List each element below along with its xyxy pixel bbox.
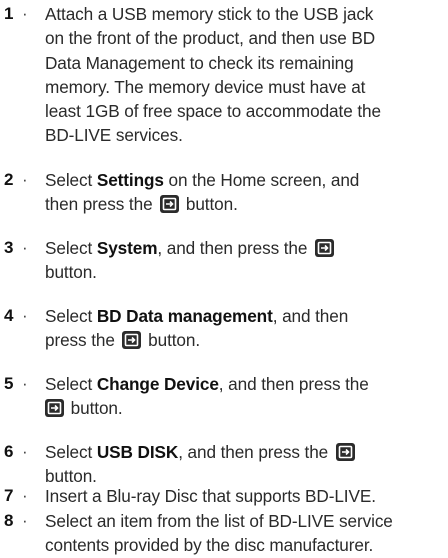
enter-icon xyxy=(315,239,335,257)
menu-item-system: System xyxy=(96,238,158,258)
step-line: memory. The memory device must have at xyxy=(45,76,366,97)
enter-icon xyxy=(160,195,180,214)
step-number: 2 xyxy=(4,170,14,189)
step-text: Select BD Data management, and then pres… xyxy=(45,306,349,351)
step-line: BD-LIVE services. xyxy=(45,125,183,146)
menu-item-change-device: Change Device xyxy=(96,374,219,394)
menu-item-bd-data-management: BD Data management xyxy=(96,306,273,326)
step-text: Attach a USB memory stick to the USB jac… xyxy=(45,2,445,148)
step-number: 8 xyxy=(4,511,14,530)
step-separator: · xyxy=(22,170,28,189)
step-text: Insert a Blu-ray Disc that supports BD-L… xyxy=(45,486,376,506)
step-number: 3 xyxy=(4,238,14,257)
step-separator: · xyxy=(22,511,28,530)
step-separator: · xyxy=(22,306,28,325)
instruction-steps: 1 · Attach a USB memory stick to the USB… xyxy=(0,0,448,555)
enter-icon xyxy=(122,331,142,350)
step-text: Select an item from the list of BD-LIVE … xyxy=(45,511,393,556)
menu-item-usb-disk: USB DISK xyxy=(96,442,179,462)
step-text: Select Change Device, and then press the… xyxy=(45,374,369,419)
step-line: on the front of the product, and then us… xyxy=(45,28,376,49)
step-separator: · xyxy=(22,238,28,257)
step-separator: · xyxy=(22,374,28,393)
step-separator: · xyxy=(22,442,28,461)
step-number: 1 xyxy=(4,4,14,23)
step-separator: · xyxy=(22,4,28,23)
step-line: least 1GB of free space to accommodate t… xyxy=(45,101,381,122)
step-separator: · xyxy=(22,486,28,505)
step-line: Data Management to check its remaining xyxy=(45,52,354,73)
enter-icon xyxy=(45,399,64,418)
step-number: 5 xyxy=(4,374,14,393)
step-number: 4 xyxy=(4,306,14,325)
step-text: Select Settings on the Home screen, and … xyxy=(45,170,360,215)
menu-item-settings: Settings xyxy=(96,170,164,190)
step-number: 7 xyxy=(4,486,14,505)
step-line: Attach a USB memory stick to the USB jac… xyxy=(45,4,374,24)
step-text: Select System, and then press the button… xyxy=(45,236,445,285)
step-text: Select USB DISK, and then press the butt… xyxy=(45,440,445,489)
step-number: 6 xyxy=(4,442,14,461)
enter-icon xyxy=(335,443,355,461)
